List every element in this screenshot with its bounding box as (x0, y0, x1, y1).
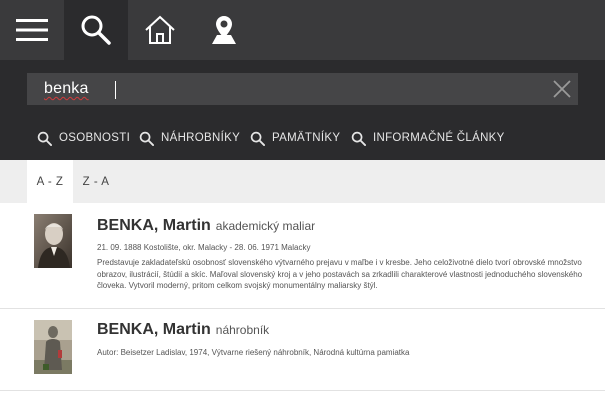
search-icon (351, 131, 366, 146)
search-input-value: benka (44, 80, 89, 97)
result-title: BENKA, Martin náhrobník (97, 321, 269, 339)
filter-label: OSOBNOSTI (59, 132, 131, 144)
filter-label: INFORMAČNÉ ČLÁNKY (373, 132, 505, 144)
result-dates: 21. 09. 1888 Kostolište, okr. Malacky - … (97, 243, 311, 252)
top-navigation-bar (0, 0, 605, 60)
sort-bar: A - Z Z - A (0, 160, 605, 203)
portrait-photo (34, 214, 72, 268)
result-name: BENKA, Martin (97, 217, 211, 234)
filter-pamatniky[interactable]: PAMÄTNÍKY (250, 127, 340, 149)
result-item[interactable]: BENKA, Martin akademický maliar 21. 09. 1… (0, 203, 605, 309)
clear-search-button[interactable] (552, 79, 572, 99)
search-icon (37, 131, 52, 146)
search-icon (250, 131, 265, 146)
result-name: BENKA, Martin (97, 321, 211, 338)
result-description: Predstavuje zakladateľskú osobnosť slove… (97, 258, 583, 290)
search-filters: OSOBNOSTI NÁHROBNÍKY PAMÄTNÍKY INFORMAČN… (0, 127, 605, 149)
result-type: akademický maliar (215, 219, 316, 233)
sort-tab-a-z[interactable]: A - Z (27, 160, 73, 203)
search-panel: benka OSOBNOSTI NÁHROBNÍKY PAMÄTNÍKY INF… (0, 60, 605, 160)
home-button[interactable] (128, 0, 192, 60)
search-icon (81, 15, 111, 45)
search-icon (139, 131, 154, 146)
filter-osobnosti[interactable]: OSOBNOSTI (37, 127, 130, 149)
filter-label: PAMÄTNÍKY (272, 132, 341, 144)
map-button[interactable] (192, 0, 256, 60)
search-input[interactable]: benka (27, 73, 578, 105)
filter-nahrobniky[interactable]: NÁHROBNÍKY (139, 127, 240, 149)
result-title: BENKA, Martin akademický maliar (97, 217, 315, 235)
text-caret (115, 81, 116, 99)
sort-tab-z-a[interactable]: Z - A (73, 160, 119, 203)
result-item[interactable]: BENKA, Martin náhrobník Autor: Beisetzer … (0, 309, 605, 391)
filter-label: NÁHROBNÍKY (161, 132, 241, 144)
close-icon (553, 80, 571, 98)
menu-icon (16, 19, 48, 41)
search-tab-button[interactable] (64, 0, 128, 60)
tombstone-photo (34, 320, 72, 374)
home-icon (145, 15, 175, 44)
result-type: náhrobník (215, 323, 270, 337)
result-author-info: Autor: Beisetzer Ladislav, 1974, Výtvarn… (97, 348, 410, 357)
map-pin-icon (212, 16, 236, 44)
menu-button[interactable] (0, 0, 64, 60)
filter-informacne-clanky[interactable]: INFORMAČNÉ ČLÁNKY (351, 127, 505, 149)
